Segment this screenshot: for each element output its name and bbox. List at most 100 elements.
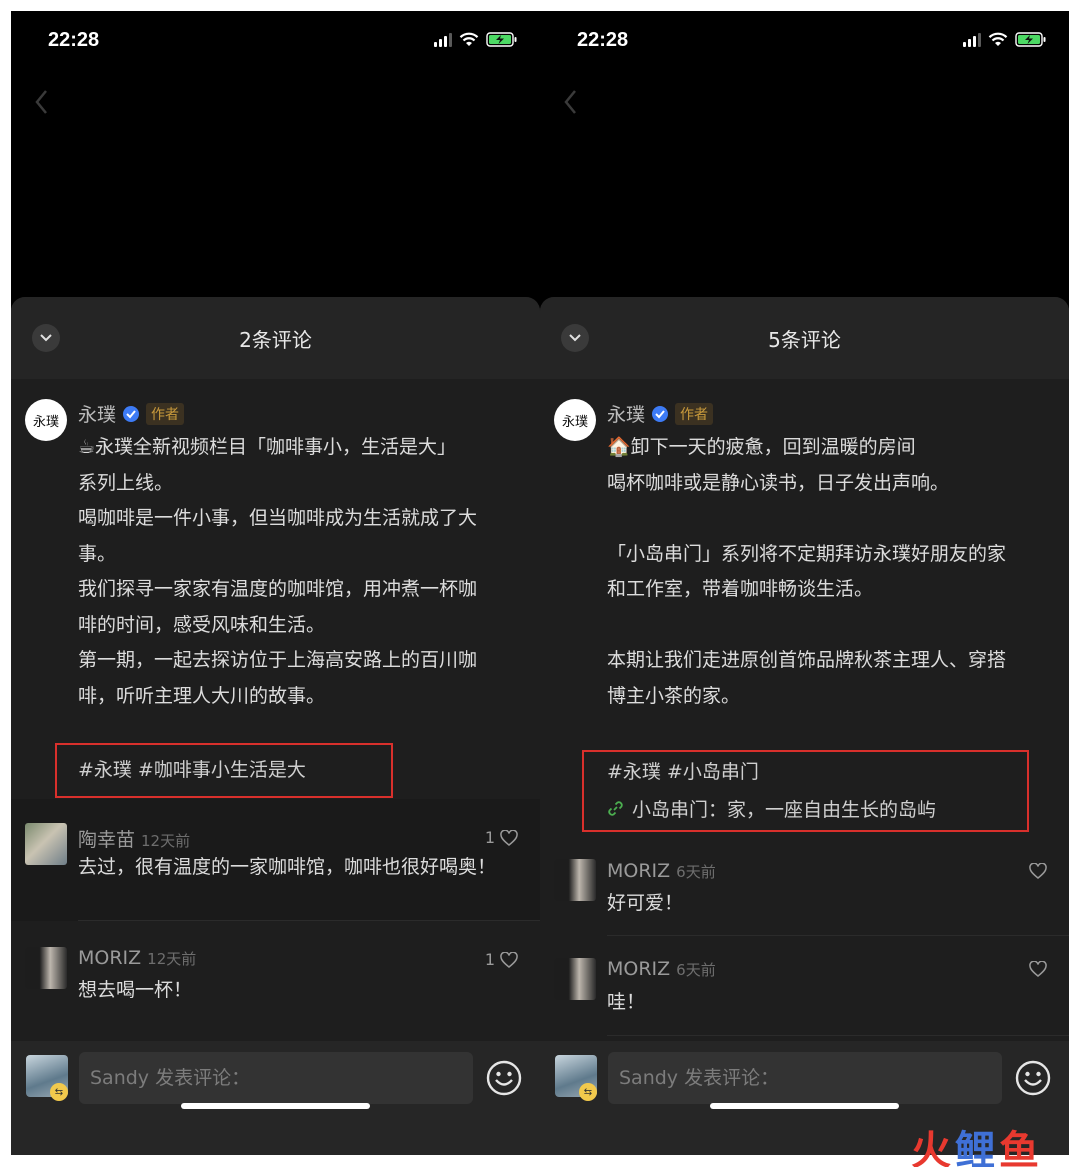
comment-input[interactable]: Sandy 发表评论： bbox=[79, 1052, 473, 1104]
hashtag-link[interactable]: #咖啡事小生活是大 bbox=[138, 759, 306, 781]
reply-author[interactable]: 陶幸苗 12天前 bbox=[78, 825, 190, 852]
home-indicator[interactable] bbox=[710, 1103, 899, 1109]
post-line: 事。 bbox=[78, 542, 117, 565]
avatar[interactable] bbox=[25, 823, 67, 865]
author-name[interactable]: 永璞 bbox=[78, 400, 116, 427]
like-button[interactable] bbox=[1024, 961, 1047, 977]
reply-time: 12天前 bbox=[141, 832, 191, 850]
watermark-logo: 火鲤鱼 bbox=[911, 1118, 1043, 1167]
heart-icon bbox=[1029, 863, 1047, 879]
status-icons bbox=[963, 32, 1047, 47]
comment-count-title: 2条评论 bbox=[239, 328, 312, 352]
reply-time: 6天前 bbox=[676, 863, 716, 881]
sheet-header: 2条评论 bbox=[11, 297, 540, 379]
comment-input[interactable]: Sandy 发表评论： bbox=[608, 1052, 1002, 1104]
reply-time: 12天前 bbox=[147, 950, 197, 968]
heart-icon bbox=[500, 829, 518, 846]
post-line: 和工作室，带着咖啡畅谈生活。 bbox=[607, 578, 874, 600]
watermark-char: 鲤 bbox=[955, 1128, 999, 1167]
reply-name[interactable]: MORIZ bbox=[78, 947, 141, 969]
post-body: ☕永璞全新视频栏目「咖啡事小，生活是大」 系列上线。 喝咖啡是一件小事，但当咖啡… bbox=[78, 430, 526, 714]
switch-account-icon[interactable]: ⇆ bbox=[50, 1083, 68, 1101]
post-line: 第一期，一起去探访位于上海高安路上的百川咖 bbox=[78, 649, 478, 671]
verified-icon bbox=[652, 405, 669, 422]
divider bbox=[607, 1035, 1069, 1036]
switch-account-icon[interactable]: ⇆ bbox=[579, 1083, 597, 1101]
home-indicator[interactable] bbox=[181, 1103, 370, 1109]
cellular-signal-icon bbox=[963, 33, 981, 47]
post-line bbox=[607, 608, 1055, 644]
post-line: 喝杯咖啡或是静心读书，日子发出声响。 bbox=[607, 471, 950, 494]
hashtag-row: #永璞 #小岛串门 bbox=[607, 757, 765, 784]
like-button[interactable]: 1 bbox=[485, 950, 518, 969]
hashtag-link[interactable]: #永璞 bbox=[607, 761, 661, 783]
emoji-icon[interactable] bbox=[485, 1059, 523, 1097]
verified-icon bbox=[123, 405, 140, 422]
phone-screen-left: 22:28 2条评论 永璞 永璞 作者 ☕永璞全新视频栏目「咖啡事小，生活是大」… bbox=[11, 11, 540, 1155]
like-button[interactable] bbox=[1024, 863, 1047, 879]
status-icons bbox=[434, 32, 518, 47]
like-count: 1 bbox=[484, 950, 495, 969]
like-count: 1 bbox=[484, 828, 495, 847]
watermark-char: 鱼 bbox=[999, 1128, 1043, 1167]
reply-text: 哇！ bbox=[607, 991, 646, 1013]
reply-author[interactable]: MORIZ 6天前 bbox=[607, 860, 716, 882]
reply-text: 好可爱！ bbox=[607, 892, 684, 914]
post-line: 博主小茶的家。 bbox=[607, 684, 741, 707]
reply-name[interactable]: 陶幸苗 bbox=[78, 829, 135, 851]
linked-article-title[interactable]: 小岛串门：家，一座自由生长的岛屿 bbox=[632, 795, 936, 822]
highlight-box: #永璞 #咖啡事小生活是大 bbox=[55, 743, 393, 798]
reply-name[interactable]: MORIZ bbox=[607, 958, 670, 980]
author-badge: 作者 bbox=[146, 402, 185, 425]
post-line: 喝咖啡是一件小事，但当咖啡成为生活就成了大 bbox=[78, 507, 478, 529]
list-item: 陶幸苗 12天前 1 去过，很有温度的一家咖啡馆，咖啡也很好喝奥！ bbox=[11, 799, 540, 921]
reply-text: 想去喝一杯！ bbox=[78, 979, 193, 1001]
back-icon[interactable] bbox=[560, 87, 584, 117]
avatar[interactable] bbox=[554, 958, 596, 1000]
reply-author[interactable]: MORIZ 6天前 bbox=[607, 958, 716, 980]
post-line: ☕永璞全新视频栏目「咖啡事小，生活是大」 bbox=[78, 436, 457, 458]
status-bar: 22:28 bbox=[540, 11, 1069, 71]
link-icon bbox=[608, 801, 623, 816]
comments-sheet: 5条评论 永璞 永璞 作者 🏠卸下一天的疲惫，回到温暖的房间 喝杯咖啡或是静心读… bbox=[540, 297, 1069, 1155]
comments-sheet: 2条评论 永璞 永璞 作者 ☕永璞全新视频栏目「咖啡事小，生活是大」 系列上线。… bbox=[11, 297, 540, 1155]
author-badge: 作者 bbox=[675, 402, 714, 425]
emoji-icon[interactable] bbox=[1014, 1059, 1052, 1097]
hashtag-link[interactable]: #永璞 bbox=[78, 759, 132, 781]
post-line bbox=[607, 501, 1055, 537]
status-time: 22:28 bbox=[48, 29, 100, 51]
avatar[interactable]: 永璞 bbox=[554, 399, 596, 441]
linked-article[interactable]: 小岛串门：家，一座自由生长的岛屿 bbox=[607, 795, 936, 822]
cellular-signal-icon bbox=[434, 33, 452, 47]
back-icon[interactable] bbox=[31, 87, 55, 117]
post-body: 🏠卸下一天的疲惫，回到温暖的房间 喝杯咖啡或是静心读书，日子发出声响。 「小岛串… bbox=[607, 430, 1055, 714]
list-item: MORIZ 12天前 1 想去喝一杯！ bbox=[11, 921, 540, 1041]
post-line: 啡的时间，感受风味和生活。 bbox=[78, 613, 326, 636]
post-line: 系列上线。 bbox=[78, 471, 174, 494]
avatar[interactable]: 永璞 bbox=[25, 399, 67, 441]
author-name[interactable]: 永璞 bbox=[607, 400, 645, 427]
comment-count-title: 5条评论 bbox=[768, 328, 841, 352]
author-line: 永璞 作者 bbox=[78, 400, 185, 427]
reply-name[interactable]: MORIZ bbox=[607, 860, 670, 882]
wifi-icon bbox=[988, 32, 1008, 47]
avatar[interactable] bbox=[554, 859, 596, 901]
phone-screen-right: 22:28 5条评论 永璞 永璞 作者 🏠卸下一天的疲惫，回到温暖的房间 喝杯咖… bbox=[540, 11, 1069, 1155]
reply-author[interactable]: MORIZ 12天前 bbox=[78, 947, 196, 969]
list-item: MORIZ 6天前 哇！ bbox=[540, 936, 1069, 1036]
status-bar: 22:28 bbox=[11, 11, 540, 71]
post-line: 本期让我们走进原创首饰品牌秋茶主理人、穿搭 bbox=[607, 649, 1007, 671]
post-line: 🏠卸下一天的疲惫，回到温暖的房间 bbox=[607, 436, 916, 458]
post-line: 「小岛串门」系列将不定期拜访永璞好朋友的家 bbox=[607, 542, 1007, 565]
author-line: 永璞 作者 bbox=[607, 400, 714, 427]
battery-charging-icon bbox=[1015, 32, 1047, 47]
reply-time: 6天前 bbox=[676, 961, 716, 979]
highlight-box: #永璞 #小岛串门 小岛串门：家，一座自由生长的岛屿 bbox=[582, 750, 1029, 832]
like-button[interactable]: 1 bbox=[485, 828, 518, 847]
battery-charging-icon bbox=[486, 32, 518, 47]
hashtag-link[interactable]: #小岛串门 bbox=[667, 761, 759, 783]
hashtag-row: #永璞 #咖啡事小生活是大 bbox=[78, 755, 312, 782]
avatar[interactable] bbox=[25, 947, 67, 989]
watermark-char: 火 bbox=[911, 1128, 955, 1167]
list-item: MORIZ 6天前 好可爱！ bbox=[540, 833, 1069, 936]
